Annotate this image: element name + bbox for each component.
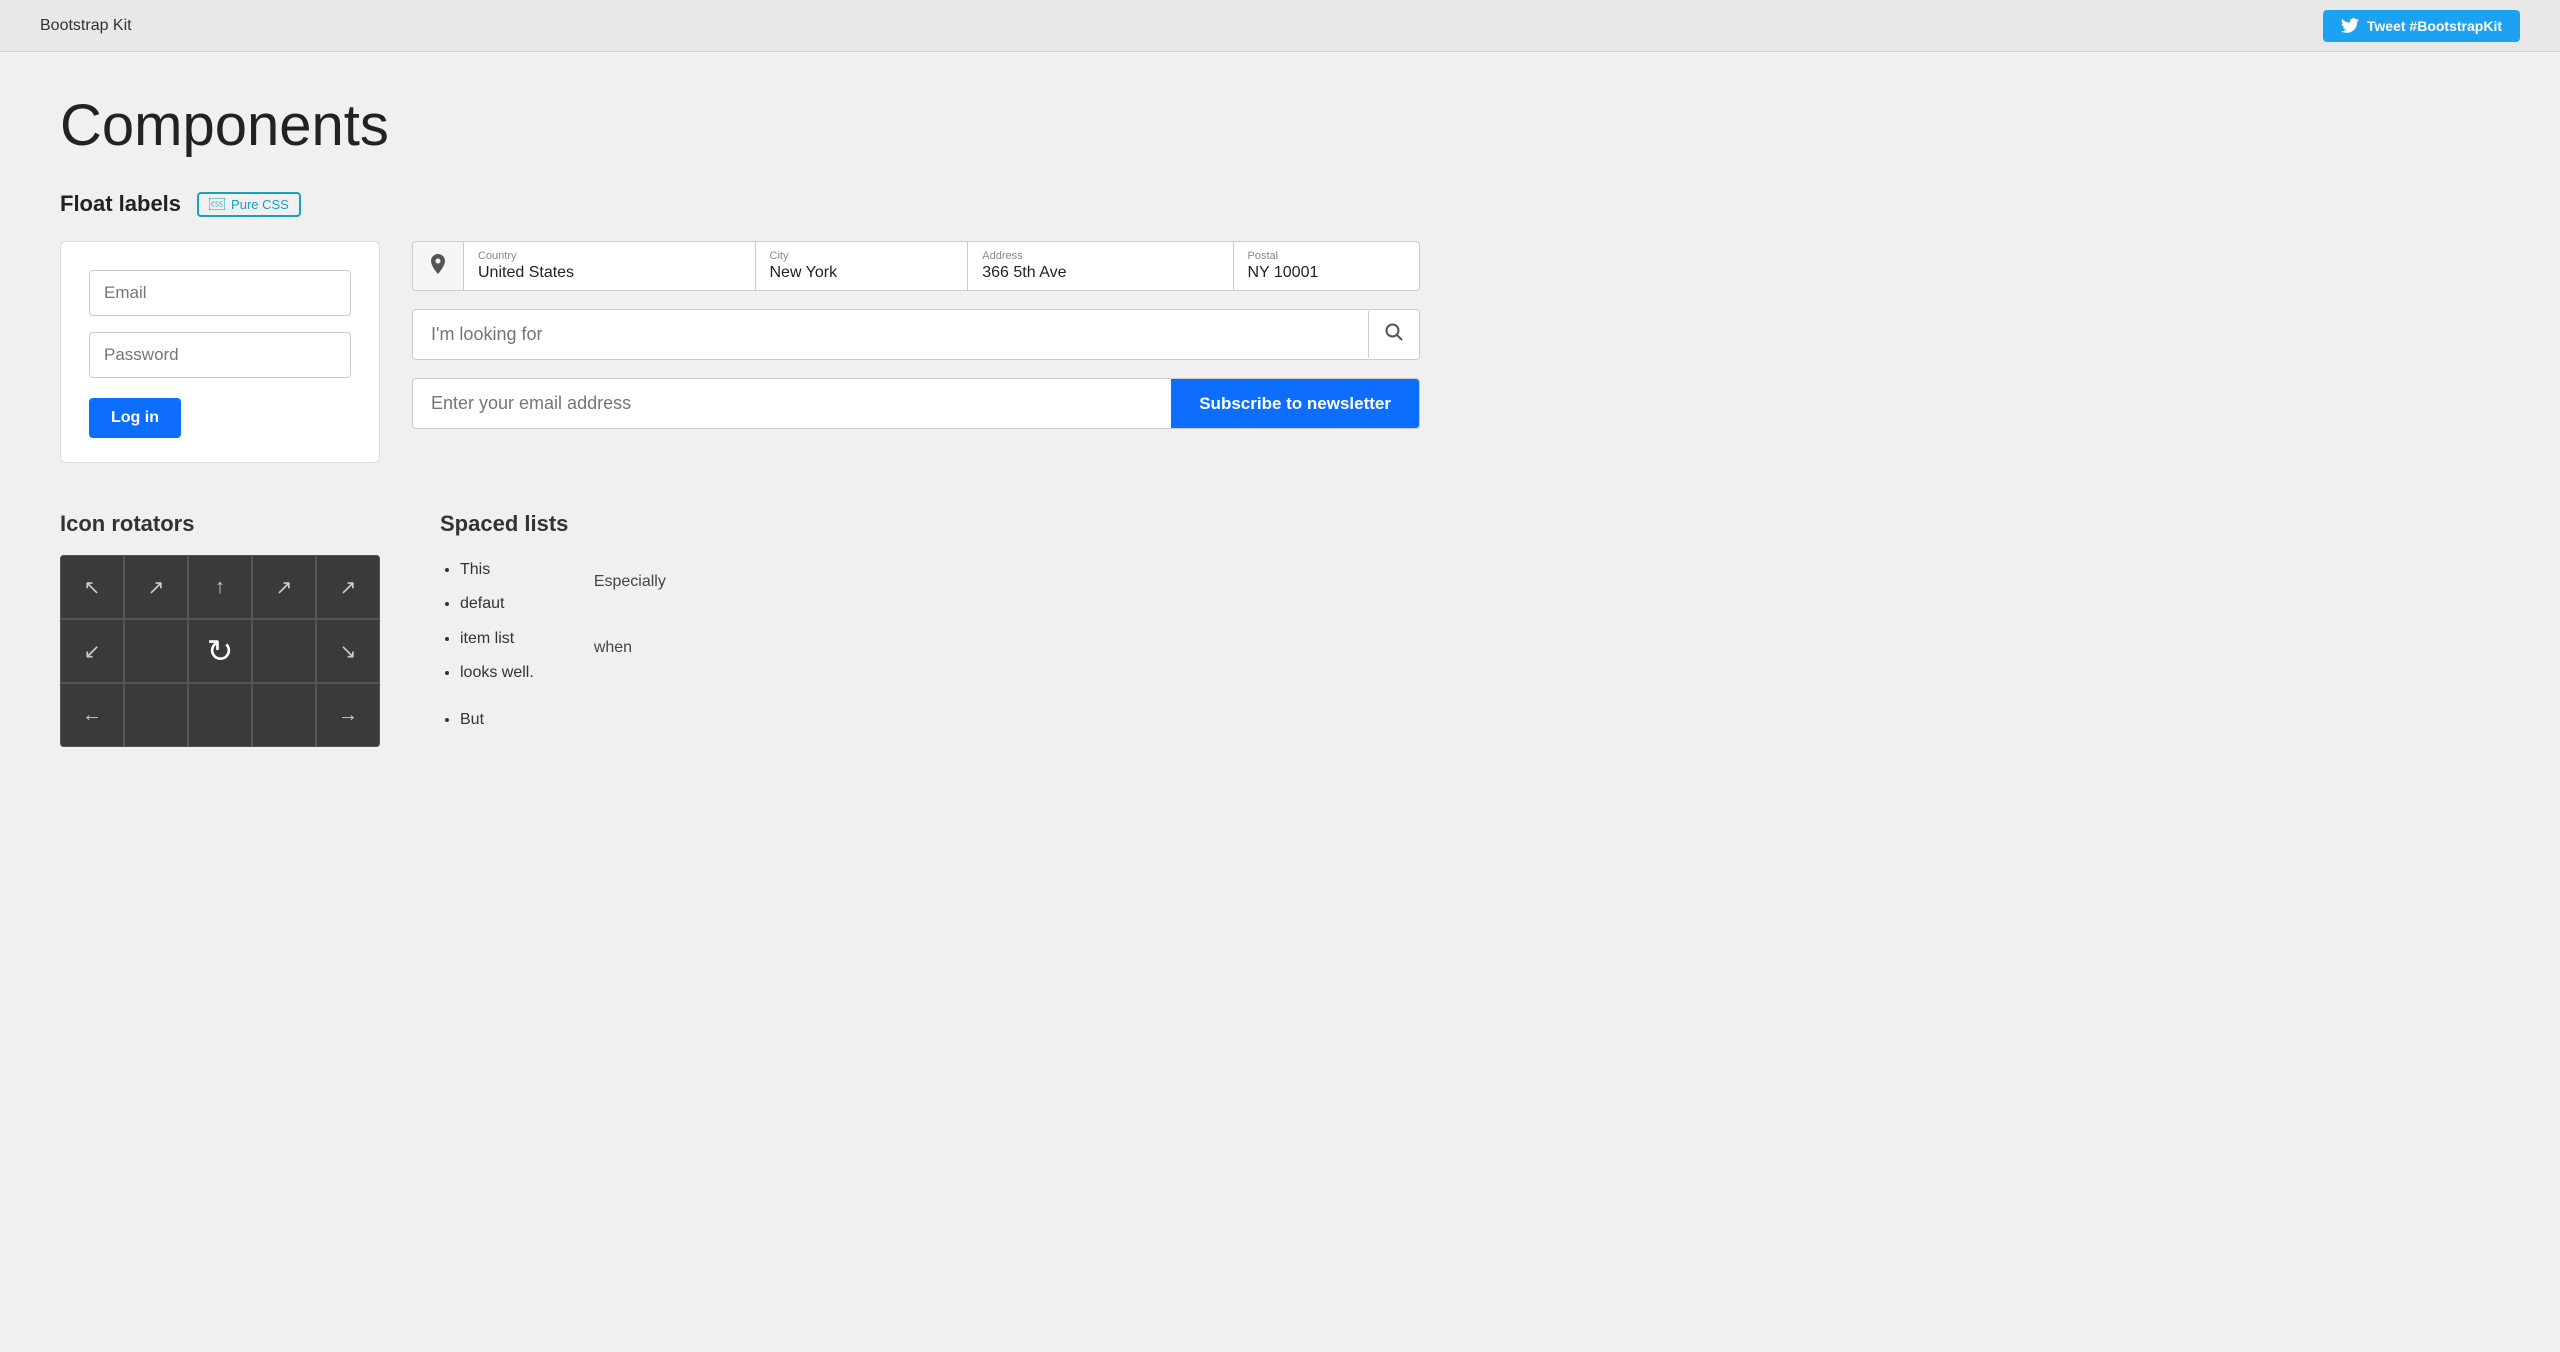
float-labels-section-header: Float labels CSS Pure CSS — [60, 191, 1420, 217]
country-field: Country United States — [464, 242, 756, 290]
city-value: New York — [770, 264, 954, 282]
icon-cell-e1[interactable]: ↘ — [316, 619, 380, 683]
header: Bootstrap Kit Tweet #BootstrapKit — [0, 0, 2560, 52]
icon-cell-e2[interactable]: → — [316, 683, 380, 747]
icon-grid: ↖ ↗ ↑ ↗ ↗ ↙ ↻ ↘ ← → — [60, 555, 380, 747]
tweet-button[interactable]: Tweet #BootstrapKit — [2323, 10, 2520, 42]
login-button[interactable]: Log in — [89, 398, 181, 438]
list-item: looks well. — [460, 658, 534, 688]
city-field: City New York — [756, 242, 969, 290]
icon-cell-empty2 — [252, 619, 316, 683]
float-labels-title: Float labels — [60, 191, 181, 217]
list-item-spacer — [460, 693, 534, 701]
search-button[interactable] — [1368, 311, 1419, 358]
address-value: 366 5th Ave — [982, 264, 1218, 282]
icon-cell-n2[interactable]: ↑ — [188, 555, 252, 619]
float-labels-row: Log in Country United States City New Yo… — [60, 241, 1420, 463]
address-field: Address 366 5th Ave — [968, 242, 1233, 290]
pure-css-badge: CSS Pure CSS — [197, 192, 301, 217]
search-icon — [1385, 323, 1403, 341]
newsletter-bar: Subscribe to newsletter — [412, 378, 1420, 429]
password-input[interactable] — [89, 332, 351, 378]
country-label: Country — [478, 250, 741, 262]
search-input[interactable] — [413, 310, 1368, 359]
list-item: But — [460, 705, 534, 735]
spaced-lists-row: This defaut item list looks well. But Es… — [440, 555, 1420, 739]
login-card: Log in — [60, 241, 380, 463]
icon-cell-empty4 — [188, 683, 252, 747]
icon-cell-ne1[interactable]: ↗ — [252, 555, 316, 619]
icon-cell-nw[interactable]: ↖ — [60, 555, 124, 619]
icon-cell-empty5 — [252, 683, 316, 747]
tweet-btn-label: Tweet #BootstrapKit — [2367, 18, 2502, 34]
icon-rotators-section: Icon rotators ↖ ↗ ↑ ↗ ↗ ↙ ↻ ↘ ← → — [60, 511, 380, 747]
main-content: Components Float labels CSS Pure CSS Log… — [0, 52, 1480, 787]
list-item: This — [460, 555, 534, 585]
bottom-row: Icon rotators ↖ ↗ ↑ ↗ ↗ ↙ ↻ ↘ ← → — [60, 511, 1420, 747]
icon-cell-ne2[interactable]: ↗ — [316, 555, 380, 619]
icon-rotators-title: Icon rotators — [60, 511, 380, 537]
icon-cell-empty3 — [124, 683, 188, 747]
search-bar — [412, 309, 1420, 360]
svg-text:CSS: CSS — [211, 201, 223, 209]
address-label: Address — [982, 250, 1218, 262]
postal-field: Postal NY 10001 — [1234, 242, 1420, 290]
location-pin-icon — [413, 242, 464, 290]
right-forms: Country United States City New York Addr… — [412, 241, 1420, 429]
icon-cell-w2[interactable]: ← — [60, 683, 124, 747]
card-item-when: when — [574, 621, 1420, 675]
city-label: City — [770, 250, 954, 262]
email-input[interactable] — [89, 270, 351, 316]
address-bar: Country United States City New York Addr… — [412, 241, 1420, 291]
spaced-list: This defaut item list looks well. But — [440, 555, 534, 735]
spaced-lists-section: Spaced lists This defaut item list looks… — [440, 511, 1420, 739]
icon-cell-empty1 — [124, 619, 188, 683]
subscribe-button[interactable]: Subscribe to newsletter — [1171, 379, 1419, 428]
list-item: item list — [460, 624, 534, 654]
country-value: United States — [478, 264, 741, 282]
card-item-especially: Especially — [574, 555, 1420, 609]
icon-cell-w1[interactable]: ↙ — [60, 619, 124, 683]
postal-label: Postal — [1248, 250, 1406, 262]
icon-cell-refresh[interactable]: ↻ — [188, 619, 252, 683]
page-title: Components — [60, 92, 1420, 159]
postal-value: NY 10001 — [1248, 264, 1406, 282]
list-item: defaut — [460, 589, 534, 619]
twitter-icon — [2341, 18, 2359, 33]
newsletter-email-input[interactable] — [413, 379, 1171, 428]
css-icon: CSS — [209, 198, 225, 210]
card-column: Especially when — [574, 555, 1420, 739]
spaced-lists-title: Spaced lists — [440, 511, 1420, 537]
icon-cell-n1[interactable]: ↗ — [124, 555, 188, 619]
header-title: Bootstrap Kit — [40, 17, 132, 35]
list-column: This defaut item list looks well. But — [440, 555, 534, 739]
pure-css-label: Pure CSS — [231, 197, 289, 212]
